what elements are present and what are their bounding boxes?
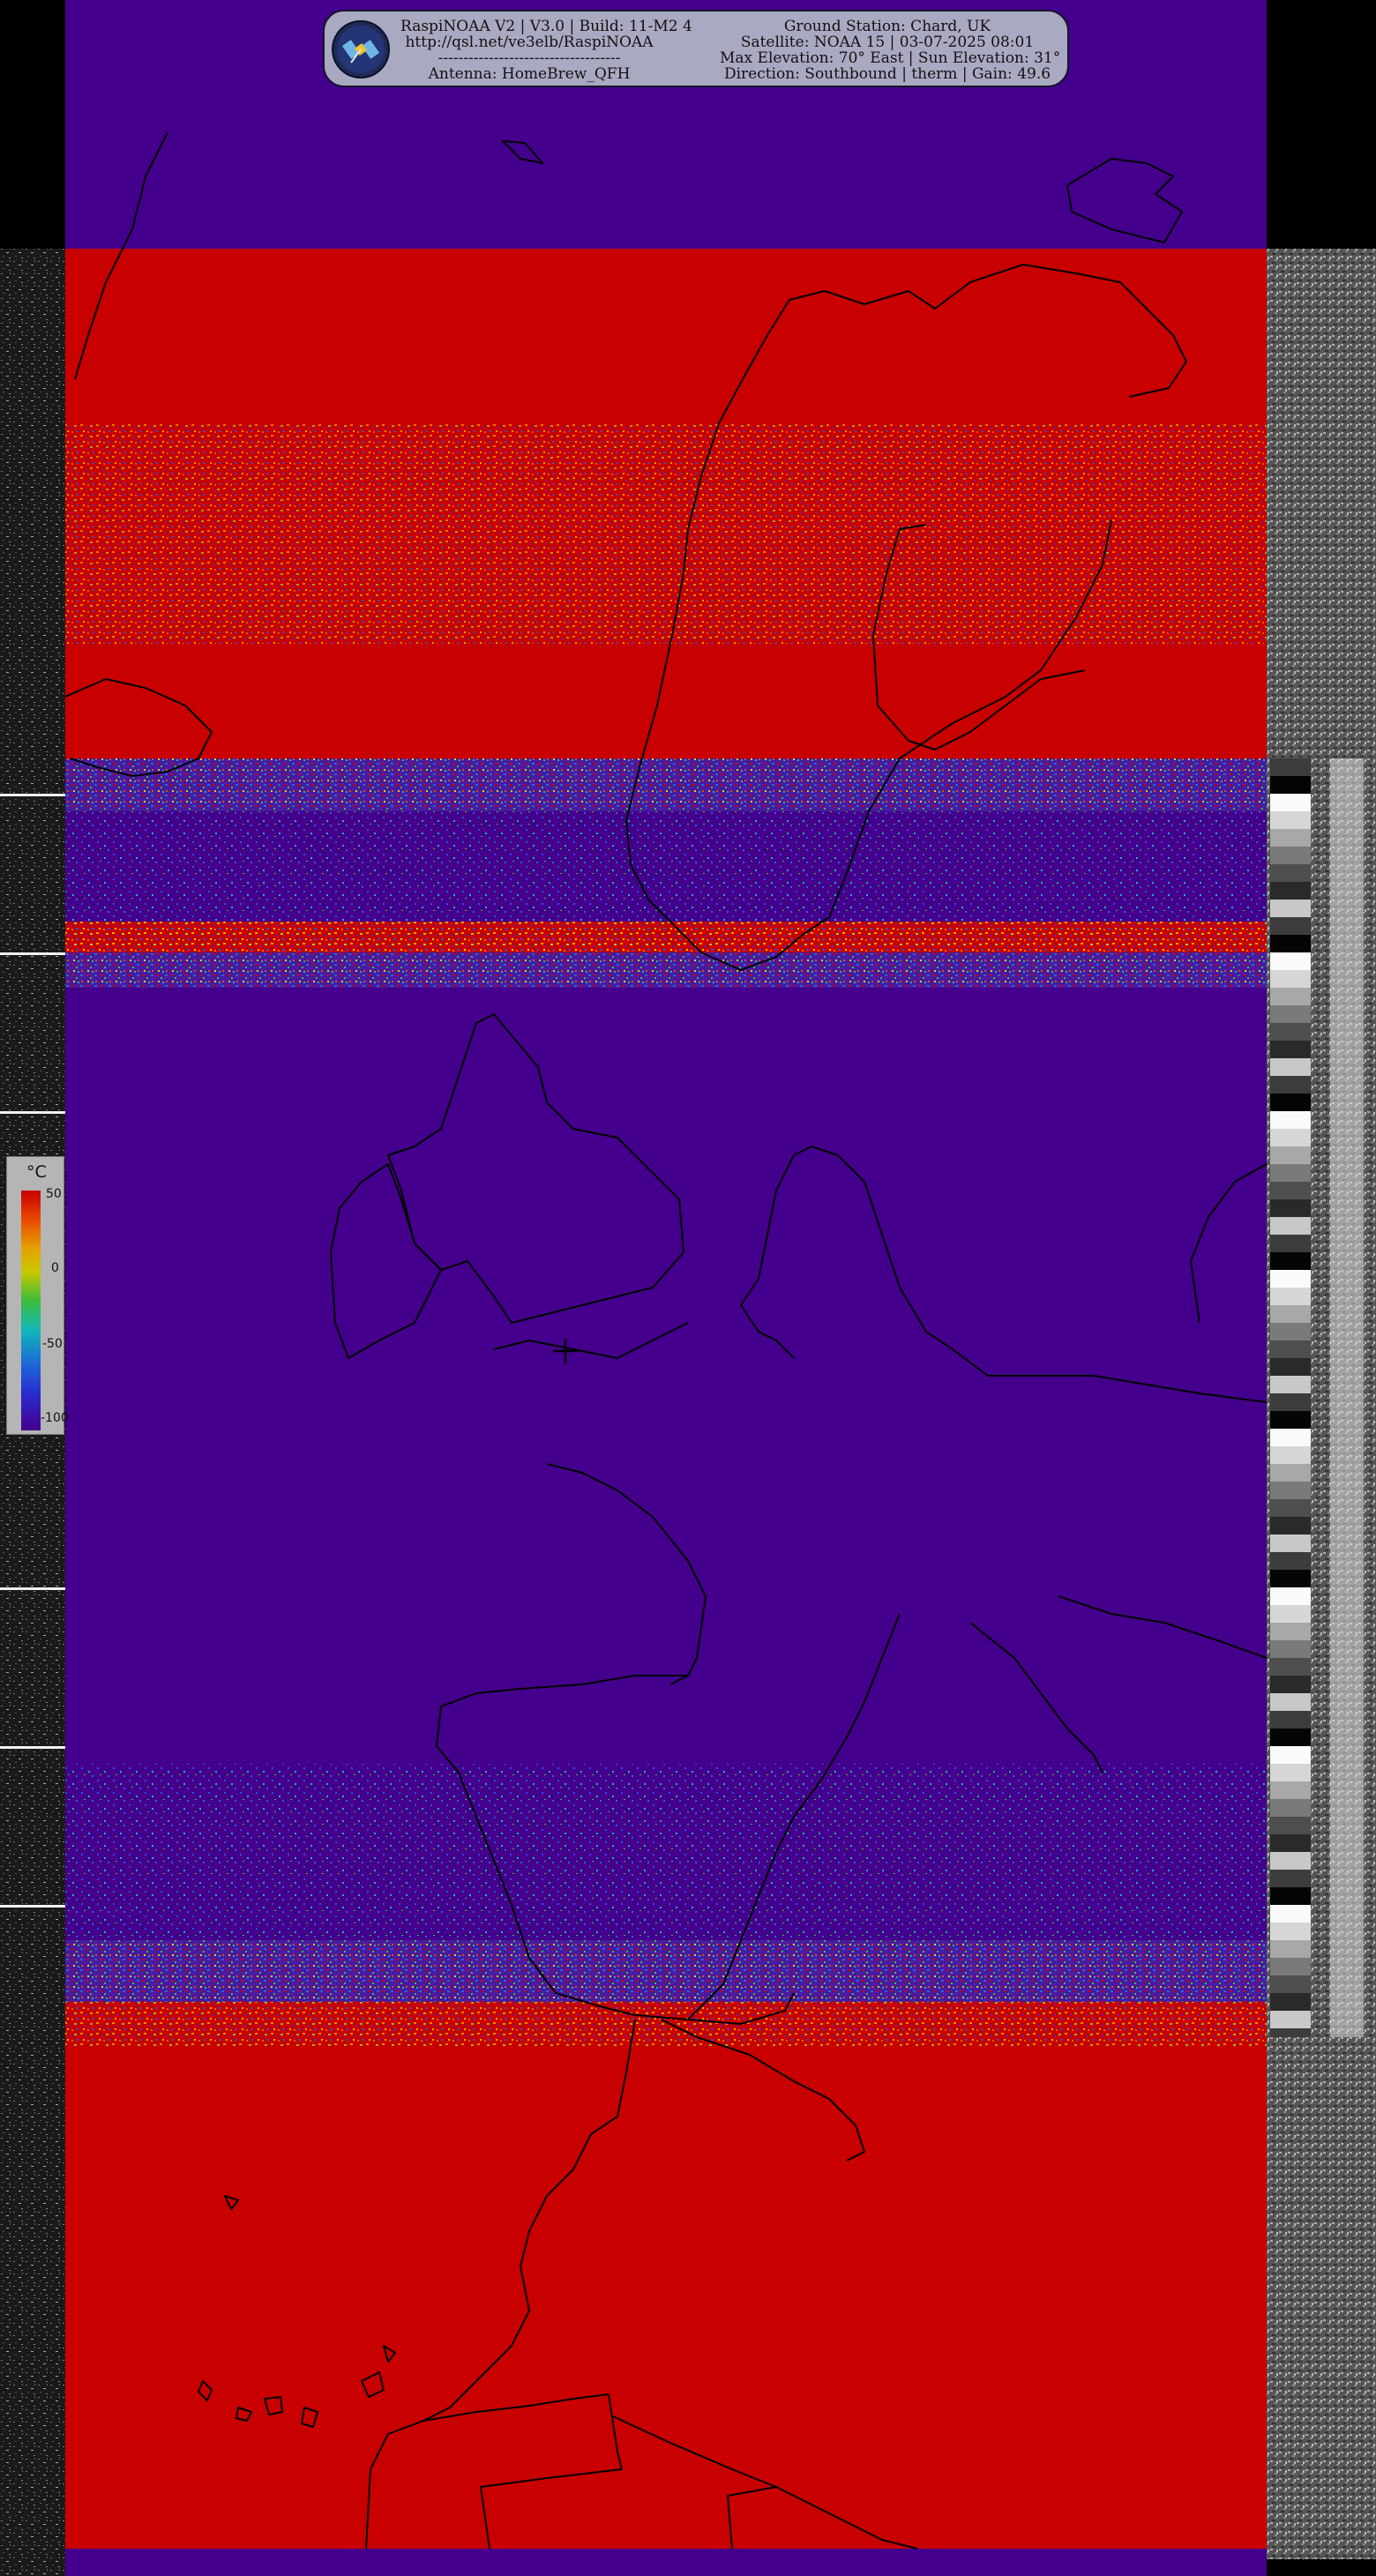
temperature-legend: °C 50 0 -50 -100 [6, 1156, 69, 1435]
legend-tick-0: 0 [51, 1261, 59, 1275]
elevation-text: Max Elevation: 70° East | Sun Elevation:… [720, 49, 1061, 67]
ground-station-text: Ground Station: Chard, UK [783, 18, 991, 35]
project-url-text: http://qsl.net/ve3elb/RaspiNOAA [405, 34, 654, 51]
satellite-image: RaspiNOAA V2 | V3.0 | Build: 11-M2 4 htt… [0, 0, 1376, 2576]
legend-unit: °C [26, 1162, 47, 1182]
separator-text: ------------------------------------ [437, 49, 621, 67]
software-version-text: RaspiNOAA V2 | V3.0 | Build: 11-M2 4 [400, 18, 692, 35]
antenna-text: Antenna: HomeBrew_QFH [428, 65, 631, 83]
header-left-block: RaspiNOAA V2 | V3.0 | Build: 11-M2 4 htt… [400, 18, 692, 83]
direction-text: Direction: Southbound | therm | Gain: 49… [723, 65, 1051, 83]
legend-tick-minus-50: -50 [42, 1337, 63, 1351]
thermal-map [0, 0, 1376, 2576]
legend-tick-minus-100: -100 [41, 1411, 69, 1425]
satellite-text: Satellite: NOAA 15 | 03-07-2025 08:01 [740, 34, 1035, 51]
satellite-icon [332, 20, 390, 78]
legend-color-bar [21, 1191, 41, 1430]
header-right-block: Ground Station: Chard, UK Satellite: NOA… [720, 18, 1061, 83]
legend-tick-50: 50 [46, 1187, 62, 1201]
pass-info-card: RaspiNOAA V2 | V3.0 | Build: 11-M2 4 htt… [323, 10, 1069, 87]
